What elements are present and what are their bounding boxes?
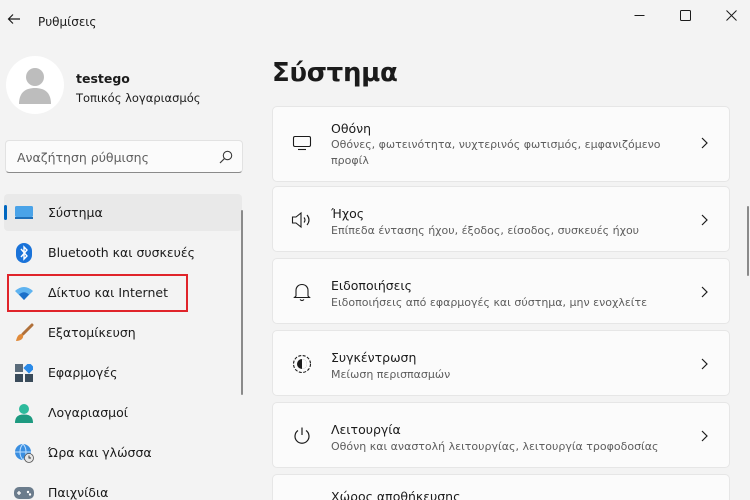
card-title: Συγκέντρωση bbox=[331, 350, 417, 365]
system-icon bbox=[14, 203, 34, 223]
settings-card-display[interactable]: Οθόνη Οθόνες, φωτεινότητα, νυχτερινός φω… bbox=[272, 106, 730, 182]
card-title: Οθόνη bbox=[331, 121, 372, 136]
arrow-left-icon bbox=[7, 14, 20, 24]
gamepad-icon bbox=[14, 483, 34, 500]
sidebar-item-system[interactable]: Σύστημα bbox=[4, 194, 242, 231]
apps-icon bbox=[14, 363, 34, 383]
globe-clock-icon bbox=[14, 443, 34, 463]
card-title: Χώρος αποθήκευσης bbox=[331, 489, 461, 500]
active-indicator bbox=[4, 205, 7, 220]
chevron-right-icon bbox=[697, 285, 711, 299]
sidebar-item-label: Παιχνίδια bbox=[48, 485, 109, 500]
bluetooth-icon bbox=[14, 243, 34, 263]
avatar[interactable] bbox=[6, 56, 64, 114]
monitor-icon bbox=[291, 132, 313, 154]
card-title: Ήχος bbox=[331, 206, 365, 221]
user-name: testego bbox=[76, 71, 130, 86]
sidebar-item-gaming[interactable]: Παιχνίδια bbox=[4, 474, 242, 500]
sidebar-item-label: Εξατομίκευση bbox=[48, 325, 136, 340]
sidebar-item-time-language[interactable]: Ώρα και γλώσσα bbox=[4, 434, 242, 471]
card-description: Ειδοποιήσεις από εφαρμογές και σύστημα, … bbox=[331, 296, 648, 309]
settings-card-power[interactable]: Λειτουργία Οθόνη και αναστολή λειτουργία… bbox=[272, 402, 730, 468]
search-icon bbox=[219, 150, 233, 164]
minimize-button[interactable] bbox=[628, 4, 650, 26]
highlight-box bbox=[7, 274, 188, 312]
back-button[interactable] bbox=[4, 9, 24, 29]
card-description: Οθόνη και αναστολή λειτουργίας, λειτουργ… bbox=[331, 440, 659, 453]
chevron-right-icon bbox=[697, 213, 711, 227]
card-description: Μείωση περισπασμών bbox=[331, 368, 451, 381]
app-title: Ρυθμίσεις bbox=[38, 15, 97, 29]
settings-card-notifications[interactable]: Ειδοποιήσεις Ειδοποιήσεις από εφαρμογές … bbox=[272, 258, 730, 324]
sidebar-item-bluetooth[interactable]: Bluetooth και συσκευές bbox=[4, 234, 242, 271]
minimize-icon bbox=[634, 14, 644, 16]
sidebar-item-label: Σύστημα bbox=[48, 205, 103, 220]
chevron-right-icon bbox=[697, 136, 711, 150]
brush-icon bbox=[14, 323, 34, 343]
speaker-icon bbox=[291, 209, 313, 231]
sidebar-item-label: Λογαριασμοί bbox=[48, 405, 128, 420]
sidebar-item-personalization[interactable]: Εξατομίκευση bbox=[4, 314, 242, 351]
close-icon bbox=[725, 9, 737, 21]
focus-icon bbox=[291, 353, 313, 375]
settings-card-focus[interactable]: Συγκέντρωση Μείωση περισπασμών bbox=[272, 330, 730, 396]
card-description: Επίπεδα έντασης ήχου, έξοδος, είσοδος, σ… bbox=[331, 224, 640, 237]
account-type: Τοπικός λογαριασμός bbox=[76, 91, 201, 105]
sidebar-item-apps[interactable]: Εφαρμογές bbox=[4, 354, 242, 391]
card-description: Οθόνες, φωτεινότητα, νυχτερινός φωτισμός… bbox=[331, 138, 661, 167]
main-scrollbar[interactable] bbox=[747, 206, 749, 276]
card-title: Λειτουργία bbox=[331, 422, 401, 437]
maximize-icon bbox=[679, 9, 691, 21]
close-button[interactable] bbox=[720, 4, 742, 26]
search-input[interactable]: Αναζήτηση ρύθμισης bbox=[5, 140, 243, 173]
card-title: Ειδοποιήσεις bbox=[331, 278, 412, 293]
sidebar-item-label: Εφαρμογές bbox=[48, 365, 118, 380]
sidebar-scrollbar[interactable] bbox=[241, 210, 243, 395]
chevron-right-icon bbox=[697, 357, 711, 371]
accounts-icon bbox=[14, 403, 34, 423]
search-placeholder: Αναζήτηση ρύθμισης bbox=[17, 150, 149, 165]
chevron-right-icon bbox=[697, 429, 711, 443]
sidebar-item-accounts[interactable]: Λογαριασμοί bbox=[4, 394, 242, 431]
title-bar: Ρυθμίσεις bbox=[0, 0, 750, 46]
user-icon bbox=[19, 68, 51, 104]
power-icon bbox=[291, 425, 313, 447]
bell-icon bbox=[291, 281, 313, 303]
settings-card-sound[interactable]: Ήχος Επίπεδα έντασης ήχου, έξοδος, είσοδ… bbox=[272, 186, 730, 252]
sidebar-item-label: Ώρα και γλώσσα bbox=[48, 445, 152, 460]
maximize-button[interactable] bbox=[674, 4, 696, 26]
settings-card-storage[interactable]: Χώρος αποθήκευσης bbox=[272, 474, 730, 500]
page-title: Σύστημα bbox=[272, 58, 398, 88]
sidebar-item-label: Bluetooth και συσκευές bbox=[48, 245, 195, 260]
